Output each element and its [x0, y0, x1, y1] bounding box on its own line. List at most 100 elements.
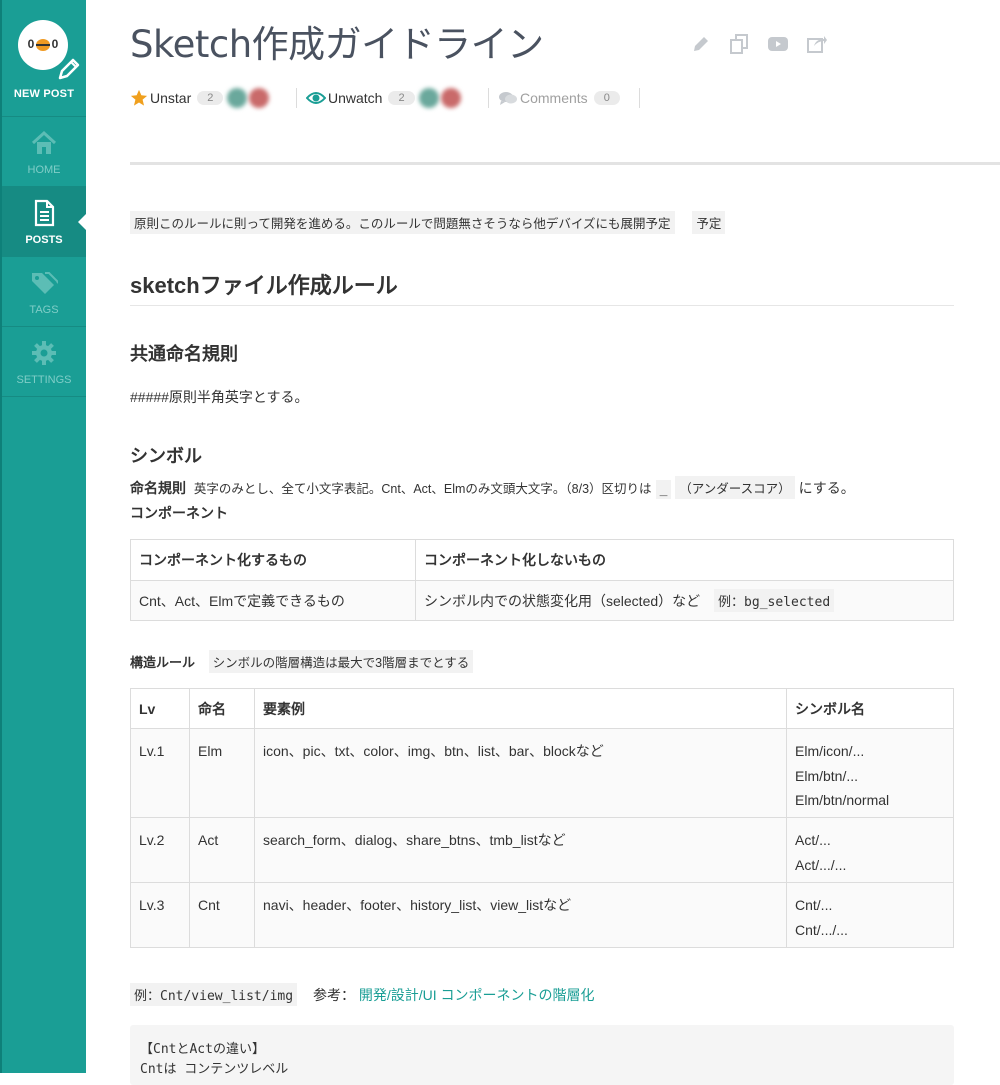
new-post-label: NEW POST — [13, 88, 75, 100]
avatar — [249, 88, 270, 108]
table-cell: navi、header、footer、history_list、view_lis… — [254, 882, 787, 948]
subsection-heading: シンボル — [130, 446, 202, 466]
eye-icon — [306, 92, 326, 104]
pencil-icon[interactable] — [690, 33, 712, 55]
watch-count: 2 — [388, 91, 415, 105]
symbol-name: Act/.../... — [795, 856, 847, 873]
star-count: 2 — [197, 91, 224, 105]
table-cell: Elm/icon/... Elm/btn/... Elm/btn/normal — [786, 728, 954, 818]
cell-text: シンボル内での状態変化用（selected）など — [424, 593, 701, 609]
table-cell: Lv.2 — [130, 817, 190, 883]
symbol-name: Cnt/.../... — [795, 921, 848, 938]
table-row: Lv.2 Act search_form、dialog、share_btns、t… — [130, 817, 954, 883]
table-header: コンポーネント化するもの — [130, 539, 416, 581]
table-cell: シンボル内での状態変化用（selected）など 例：bg_selected — [415, 580, 954, 621]
subsection-heading: 共通命名規則 — [130, 344, 238, 364]
new-post-button[interactable]: 00 NEW POST — [2, 0, 86, 117]
code-line: 【CntとActの違い】 — [140, 1042, 265, 1057]
reference-label: 参考： — [312, 987, 355, 1003]
table-cell: icon、pic、txt、color、img、btn、list、bar、bloc… — [254, 728, 787, 818]
symbol-name: Elm/btn/normal — [795, 792, 890, 808]
copy-icon[interactable] — [728, 33, 750, 55]
note: 原則このルールに則って開発を進める。このルールで問題無さそうなら他デバイズにも展… — [130, 211, 726, 234]
unstar-label: Unstar — [150, 90, 192, 106]
symbol-name: Act/... — [795, 832, 831, 848]
table-cell: Lv.3 — [130, 882, 190, 948]
component-label: コンポーネント — [130, 505, 228, 521]
divider — [130, 162, 1000, 165]
avatar — [227, 88, 248, 108]
table-cell: Cnt — [189, 882, 255, 948]
example-line: 例：Cnt/view_list/img 参考： 開発/設計/UI コンポーネント… — [130, 983, 595, 1006]
sidebar-item-tags[interactable]: TAGS — [2, 257, 86, 327]
table-row: Lv.3 Cnt navi、header、footer、history_list… — [130, 882, 954, 948]
structure-rule: 構造ルール シンボルの階層構造は最大で3階層までとする — [130, 650, 474, 673]
table-cell: Lv.1 — [130, 728, 190, 818]
sidebar-item-label: HOME — [27, 164, 61, 176]
table-header: 命名 — [189, 688, 255, 729]
table-row: Cnt、Act、Elmで定義できるもの シンボル内での状態変化用（selecte… — [130, 580, 954, 621]
avatar — [418, 88, 439, 108]
home-icon — [31, 130, 57, 154]
table-header: コンポーネント化しないもの — [415, 539, 954, 581]
comments-label: Comments — [520, 90, 588, 106]
tag-icon — [32, 272, 58, 294]
table-header: 要素例 — [254, 688, 787, 729]
inline-code: _ — [655, 480, 672, 499]
table-header-row: コンポーネント化するもの コンポーネント化しないもの — [130, 539, 954, 581]
component-table: コンポーネント化するもの コンポーネント化しないもの Cnt、Act、Elmで定… — [130, 539, 954, 621]
unwatch-label: Unwatch — [328, 90, 383, 106]
note-text: 原則このルールに則って開発を進める。このルールで問題無さそうなら他デバイズにも展… — [130, 211, 675, 234]
table-header: Lv — [130, 688, 190, 729]
paragraph: #####原則半角英字とする。 — [130, 389, 309, 405]
comments-count: 0 — [593, 91, 620, 105]
table-row: Lv.1 Elm icon、pic、txt、color、img、btn、list… — [130, 728, 954, 818]
star-icon — [130, 89, 148, 106]
table-cell: search_form、dialog、share_btns、tmb_listなど — [254, 817, 787, 883]
sidebar-item-home[interactable]: HOME — [2, 117, 86, 187]
document-icon — [34, 199, 55, 227]
symbol-name: Cnt/... — [795, 897, 833, 913]
symbol-name: Elm/icon/... — [795, 743, 865, 759]
sidebar-item-settings[interactable]: SETTINGS — [2, 327, 86, 397]
note-tag: 予定 — [692, 211, 726, 234]
comments-button[interactable]: Comments 0 — [498, 86, 620, 110]
symbol-name: Elm/btn/... — [795, 767, 859, 784]
section-heading: sketchファイル作成ルール — [130, 273, 398, 298]
share-icon[interactable] — [806, 33, 828, 55]
comment-icon — [499, 92, 517, 105]
table-cell: Elm — [189, 728, 255, 818]
inline-code: 例：bg_selected — [714, 589, 835, 612]
page-title: Sketch作成ガイドライン — [130, 23, 544, 66]
unwatch-button[interactable]: Unwatch 2 — [306, 86, 461, 110]
divider — [130, 305, 954, 306]
structure-table: Lv 命名 要素例 シンボル名 Lv.1 Elm icon、pic、txt、co… — [130, 688, 954, 948]
naming-end: にする。 — [798, 480, 855, 496]
naming-label: 命名規則 — [130, 480, 186, 496]
sidebar-item-label: TAGS — [29, 304, 59, 316]
naming-paren: （アンダースコア） — [675, 476, 795, 499]
table-cell: Cnt、Act、Elmで定義できるもの — [130, 580, 416, 621]
table-header: シンボル名 — [786, 688, 954, 729]
pencil-icon — [58, 58, 80, 80]
naming-rule: 命名規則 英字のみとし、全て小文字表記。Cnt、Act、Elmのみ文頭大文字。（… — [130, 476, 855, 499]
inline-code: 例：Cnt/view_list/img — [130, 983, 298, 1006]
table-header-row: Lv 命名 要素例 シンボル名 — [130, 688, 954, 729]
gear-icon — [32, 341, 56, 365]
code-line: Cntは コンテンツレベル — [140, 1062, 289, 1077]
table-cell: Act — [189, 817, 255, 883]
structure-label: 構造ルール — [130, 655, 196, 670]
reference-link[interactable]: 開発/設計/UI コンポーネントの階層化 — [359, 987, 595, 1003]
unstar-button[interactable]: Unstar 2 — [130, 86, 270, 110]
naming-text: 英字のみとし、全て小文字表記。Cnt、Act、Elmのみ文頭大文字。（8/3）区… — [193, 482, 652, 496]
youtube-icon[interactable] — [767, 33, 789, 55]
code-block: 【CntとActの違い】 Cntは コンテンツレベル — [130, 1025, 954, 1085]
sidebar: 00 NEW POST HOME POSTS TAGS SETTINGS — [0, 0, 88, 1073]
sidebar-item-posts[interactable]: POSTS — [2, 187, 88, 257]
structure-tag: シンボルの階層構造は最大で3階層までとする — [208, 650, 474, 673]
table-cell: Cnt/... Cnt/.../... — [786, 882, 954, 948]
sidebar-item-label: POSTS — [25, 234, 63, 246]
sidebar-item-label: SETTINGS — [16, 374, 72, 386]
table-cell: Act/... Act/.../... — [786, 817, 954, 883]
avatar — [440, 88, 461, 108]
